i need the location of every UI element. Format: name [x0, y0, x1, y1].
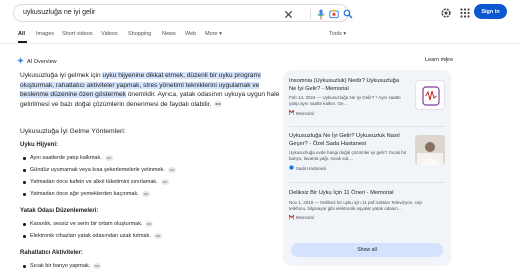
- list-item: Karanlık, sessiz ve serin bir ortam oluş…: [22, 221, 154, 227]
- search-divider: [310, 9, 311, 19]
- tab-more[interactable]: More ▾: [205, 31, 222, 37]
- source-card-site: Sada Hastanesi: [289, 165, 407, 171]
- sada-logo-icon: [289, 165, 294, 171]
- list-item: Aynı saatlerde yatıp kalkmak.: [23, 155, 113, 161]
- search-icon[interactable]: [342, 8, 354, 20]
- tab-shopping[interactable]: Shopping: [128, 31, 151, 37]
- sign-in-button[interactable]: Sign in: [474, 4, 507, 19]
- group-heading-sleep-hygiene: Uyku Hijyeni:: [20, 142, 59, 148]
- tab-videos[interactable]: Videos: [101, 31, 118, 37]
- group-heading-bedroom: Yatak Odası Düzenlemeleri:: [20, 208, 99, 214]
- source-card-snippet: Uykusuzluğa evde hangi doğal çözümler iy…: [289, 150, 407, 162]
- source-card[interactable]: Uykusuzluğa Ne İyi Gelir? Uykusuzluk Nas…: [289, 133, 445, 171]
- source-card-title[interactable]: Uykusuzluğa Ne İyi Gelir? Uykusuzluk Nas…: [289, 133, 407, 148]
- group-heading-relaxing: Rahatlatıcı Aktiviteler:: [20, 250, 83, 256]
- tab-all[interactable]: All: [18, 31, 25, 37]
- list-item-text: Karanlık, sessiz ve serin bir ortam oluş…: [30, 221, 143, 227]
- list-item-text: Aynı saatlerde yatıp kalkmak.: [30, 155, 102, 161]
- source-card[interactable]: Insomnia (Uykusuzluk) Nedir? Uykusuzluğa…: [288, 78, 445, 116]
- source-card-snippet: Nov 1, 2019 — Deliksiz bir uyku için 11 …: [289, 199, 422, 211]
- memorial-logo-icon: [288, 109, 295, 116]
- clear-icon[interactable]: [282, 8, 294, 20]
- tab-more-label: More: [205, 31, 218, 37]
- source-name: Memorial: [296, 110, 314, 116]
- apps-grid-icon[interactable]: [459, 6, 471, 18]
- chevron-down-icon: ▾: [343, 31, 347, 37]
- tab-images[interactable]: Images: [36, 31, 54, 37]
- link-icon[interactable]: [104, 155, 113, 161]
- search-query-text: uykusuzluğa ne iyi gelir: [23, 9, 96, 16]
- tabs-divider: [0, 43, 520, 44]
- ai-overview-title: AI Overview: [27, 58, 57, 65]
- source-thumbnail[interactable]: [415, 80, 445, 110]
- link-icon[interactable]: [167, 167, 176, 173]
- source-card-title[interactable]: Insomnia (Uykusuzluk) Nedir? Uykusuzluğa…: [289, 78, 407, 93]
- link-icon[interactable]: [214, 100, 223, 107]
- settings-gear-icon[interactable]: [440, 6, 452, 18]
- tools-label: Tools: [329, 31, 342, 37]
- tab-news[interactable]: News: [162, 31, 176, 37]
- link-icon[interactable]: [93, 263, 102, 269]
- microphone-icon[interactable]: [315, 8, 327, 20]
- card-divider: [289, 126, 445, 127]
- show-all-button[interactable]: Show all: [291, 243, 443, 257]
- source-thumbnail[interactable]: [415, 135, 445, 165]
- intro-text: Uykusuzluğa iyi gelmek için: [20, 72, 103, 79]
- list-item-text: Gündüz uyumamak veya kısa şekerlemelerle…: [30, 167, 165, 173]
- ai-overview-header: AI Overview: [17, 57, 57, 66]
- list-item-text: Yatmadan önce ağır yemeklerden kaçınmak.: [30, 191, 139, 197]
- source-card-title[interactable]: Deliksiz Bir Uyku İçin 11 Öneri - Memori…: [289, 190, 445, 198]
- list-item: Gündüz uyumamak veya kısa şekerlemelerle…: [23, 167, 176, 173]
- source-card[interactable]: Deliksiz Bir Uyku İçin 11 Öneri - Memori…: [288, 190, 445, 221]
- list-item: Elektronik cihazları yatak odasından uza…: [23, 233, 162, 239]
- list-item: Yatmadan önce kafein ve alkol tüketimini…: [23, 179, 169, 185]
- list-item-text: Sıcak bir banyo yapmak.: [30, 263, 91, 269]
- section-title: Uykusuzluğa İyi Gelme Yöntemleri:: [20, 128, 126, 135]
- link-icon[interactable]: [141, 191, 150, 197]
- source-name: Sada Hastanesi: [296, 165, 327, 171]
- memorial-logo-icon: [288, 213, 295, 221]
- link-icon[interactable]: [160, 179, 169, 185]
- tools-button[interactable]: Tools ▾: [329, 31, 346, 37]
- list-item-text: Elektronik cihazları yatak odasından uza…: [30, 233, 151, 239]
- search-input[interactable]: uykusuzluğa ne iyi gelir: [13, 4, 353, 22]
- link-icon[interactable]: [145, 221, 154, 227]
- source-card-site: Memorial: [288, 213, 445, 221]
- tab-web[interactable]: Web: [185, 31, 196, 37]
- link-icon[interactable]: [153, 233, 162, 239]
- more-options-icon[interactable]: ⋮: [443, 56, 450, 64]
- ai-overview-intro: Uykusuzluğa iyi gelmek için uyku hijyeni…: [20, 71, 282, 109]
- lens-camera-icon[interactable]: [328, 8, 340, 20]
- list-item: Yatmadan önce ağır yemeklerden kaçınmak.: [23, 191, 150, 197]
- source-name: Memorial: [296, 215, 314, 221]
- source-card-snippet: Feb 14, 2024 — Uykusuzluğa Ne İyi Gelir?…: [289, 95, 401, 107]
- tab-short-videos[interactable]: Short videos: [62, 31, 93, 37]
- sources-panel: Insomnia (Uykusuzluk) Nedir? Uykusuzluğa…: [283, 70, 451, 266]
- list-item-text: Yatmadan önce kafein ve alkol tüketimini…: [30, 179, 158, 185]
- ai-sparkle-icon: [17, 57, 24, 66]
- chevron-down-icon: ▾: [219, 31, 222, 37]
- list-item: Sıcak bir banyo yapmak.: [22, 263, 102, 269]
- card-divider: [289, 182, 445, 183]
- source-card-site: Memorial: [288, 109, 407, 116]
